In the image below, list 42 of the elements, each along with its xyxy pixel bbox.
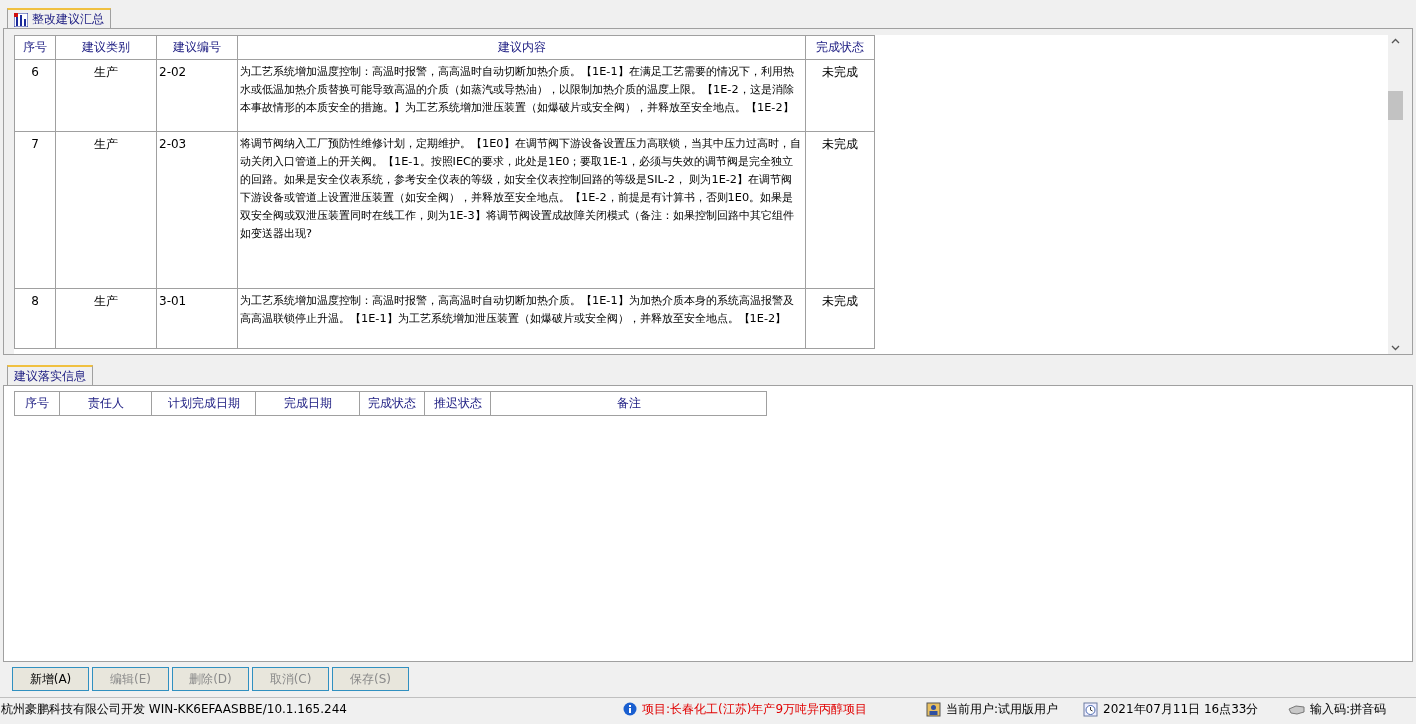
table-cell: 6 [14,59,56,132]
column-header[interactable]: 推迟状态 [424,391,491,416]
column-header[interactable]: 备注 [490,391,767,416]
table-cell: 未完成 [805,59,875,132]
project-name: 项目:长春化工(江苏)年产9万吨异丙醇项目 [642,700,868,718]
table-cell: 3-01 [156,288,238,349]
column-header[interactable]: 序号 [14,35,56,60]
column-header[interactable]: 完成日期 [255,391,360,416]
column-header[interactable]: 完成状态 [805,35,875,60]
developer-info: 杭州豪鹏科技有限公司开发 WIN-KK6EFAASBBE/10.1.165.244 [0,700,348,718]
date-time: 2021年07月11日 16点33分 [1103,700,1259,718]
column-header[interactable]: 责任人 [59,391,152,416]
column-header[interactable]: 序号 [14,391,60,416]
scroll-up-icon[interactable] [1391,38,1400,44]
clock-icon [1083,701,1098,717]
column-header[interactable]: 建议内容 [237,35,806,60]
table-cell: 将调节阀纳入工厂预防性维修计划，定期维护。【1E0】在调节阀下游设备设置压力高联锁，当其中压力过高时，自动关闭入口管道上的开关阀。【1E-1。按照IEC的要求，此处是1E0；要取1E-1，必须与失效的调节阀是完全独立的回路。如果是安全仪表系统，参考安全仪表的等级，如安全仪表控制回路的等级是SIL-2， 则为1E-2】在调节阀下游设备或管道上设置泄压装置（如安全阀），并释放至安全地点。【1E-2，前提是有计算书，否则1E0。如果是双安全阀或双泄压装置同时在线工作，则为1E-3】将调节阀设置成故障关闭模式（备注：如果控制回路中其它组件如变送器出现? [237,131,806,289]
column-header[interactable]: 计划完成日期 [151,391,256,416]
table-cell: 8 [14,288,56,349]
info-icon [623,702,637,716]
table-cell: 2-03 [156,131,238,289]
input-method: 输入码:拼音码 [1310,700,1387,718]
user-icon [926,701,941,717]
table-cell: 未完成 [805,288,875,349]
column-header[interactable]: 建议类别 [55,35,157,60]
scroll-down-icon[interactable] [1391,345,1400,351]
table-cell: 7 [14,131,56,289]
current-user: 当前用户:试用版用户 [946,700,1059,718]
column-header[interactable]: 建议编号 [156,35,238,60]
table-cell: 为工艺系统增加温度控制：高温时报警，高高温时自动切断加热介质。【1E-1】在满足工艺需要的情况下，利用热水或低温加热介质替换可能导致高温的介质（如蒸汽或导热油），以限制加热介质的温度上限。【1E-2，这是消除本事故情形的本质安全的措施。】为工艺系统增加泄压装置（如爆破片或安全阀），并释放至安全地点。【1E-2】 [237,59,806,132]
toolbar-button[interactable]: 新增(A) [12,667,89,691]
table-cell: 为工艺系统增加温度控制：高温时报警，高高温时自动切断加热介质。【1E-1】为加热介质本身的系统高温报警及高高温联锁停止升温。【1E-1】为工艺系统增加泄压装置（如爆破片或安全阀），并释放至安全地点。【1E-2】 [237,288,806,349]
chart-icon [14,12,28,27]
table-cell: 生产 [55,59,157,132]
table-cell: 生产 [55,131,157,289]
scroll-thumb[interactable] [1388,91,1403,120]
column-header[interactable]: 完成状态 [359,391,425,416]
table-cell: 未完成 [805,131,875,289]
detail-tab[interactable]: 建议落实信息 [7,365,93,386]
summary-tab[interactable]: 整改建议汇总 [7,8,111,29]
table-cell: 2-02 [156,59,238,132]
table-cell: 生产 [55,288,157,349]
